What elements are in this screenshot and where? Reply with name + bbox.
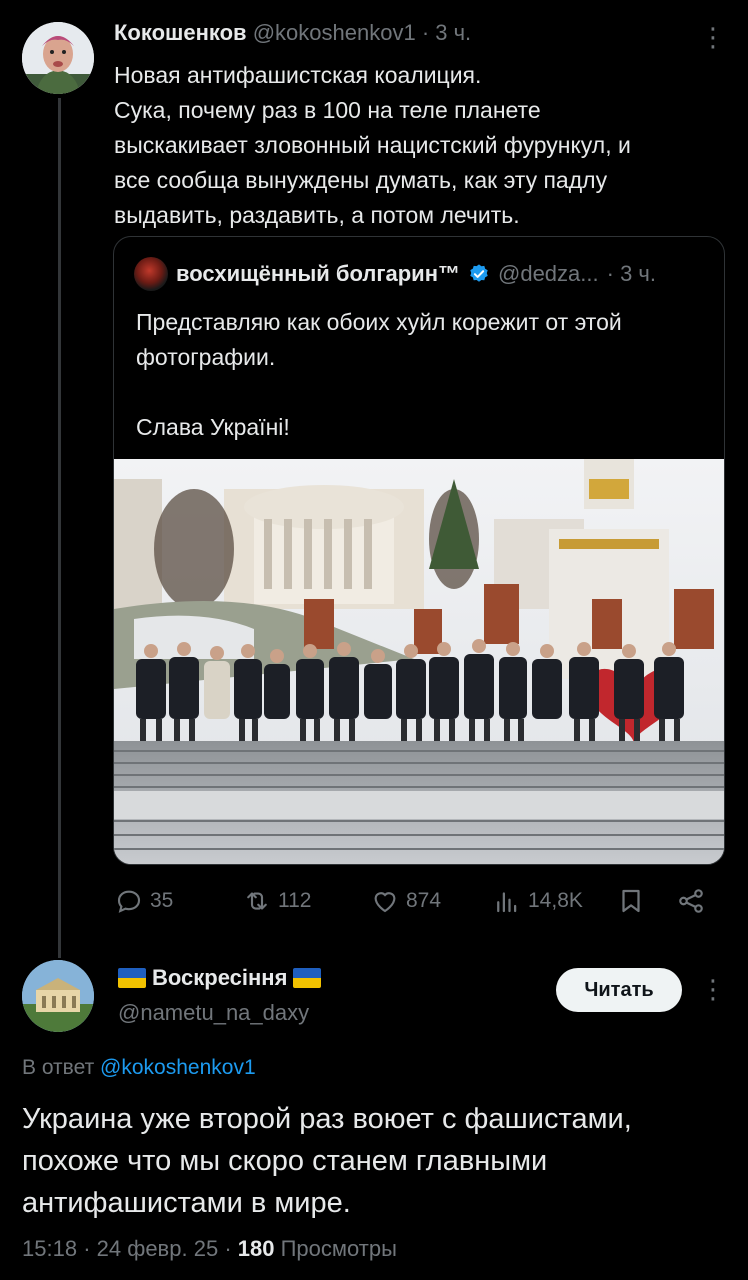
tweet-text-line: Украина уже второй раз воюет с фашистами…: [22, 1103, 632, 1135]
tweet-text-line: все сообща вынуждены думать, как эту пад…: [114, 167, 608, 193]
verified-badge-icon: [470, 264, 488, 282]
reply-icon: [117, 890, 141, 913]
author-handle[interactable]: @nametu_na_daxy: [118, 1000, 309, 1026]
avatar[interactable]: [22, 960, 94, 1032]
tweet-time[interactable]: 15:18: [22, 1236, 77, 1261]
tweet-time[interactable]: · 3 ч.: [422, 20, 471, 45]
tweet-text-line: похоже что мы скоро станем главными: [22, 1145, 548, 1177]
author-name: Воскресіння: [152, 965, 288, 990]
ukraine-flag-icon: [293, 968, 322, 988]
tweet-header: Кокошенков @kokoshenkov1 · 3 ч.: [114, 20, 471, 46]
bookmark-button[interactable]: [616, 886, 646, 916]
views-count: 180: [237, 1236, 275, 1261]
analytics-icon: [497, 892, 517, 913]
tweet-date[interactable]: 24 февр. 25: [97, 1236, 219, 1261]
avatar[interactable]: [22, 22, 94, 94]
retweet-icon: [247, 892, 267, 910]
quote-text-line: Слава Україні!: [136, 414, 290, 440]
reply-button[interactable]: 35: [114, 886, 173, 916]
follow-button[interactable]: Читать: [556, 968, 682, 1012]
bookmark-icon: [622, 889, 640, 913]
tweet-text-line: Новая антифашистская коалиция.: [114, 62, 482, 88]
quote-text-line: [136, 375, 696, 410]
author-name-row[interactable]: Воскресіння: [118, 965, 322, 991]
quote-text-line: Представляю как обоих хуйл корежит от эт…: [136, 309, 622, 335]
retweet-button[interactable]: 112: [242, 886, 311, 916]
heart-icon: [374, 892, 396, 913]
ukraine-flag-icon: [118, 968, 146, 988]
separator: ·: [83, 1236, 91, 1261]
quote-text: Представляю как обоих хуйл корежит от эт…: [136, 305, 696, 445]
tweet-text: Новая антифашистская коалиция. Сука, поч…: [114, 58, 724, 233]
views-button[interactable]: 14,8K: [492, 886, 583, 916]
like-button[interactable]: 874: [370, 886, 441, 916]
quote-text-line: фотографии.: [136, 344, 276, 370]
author-handle[interactable]: @kokoshenkov1: [253, 20, 416, 45]
retweet-count: 112: [278, 889, 312, 912]
reply-prefix: В ответ: [22, 1056, 95, 1079]
tweet-text: Украина уже второй раз воюет с фашистами…: [22, 1098, 722, 1224]
tweet-text-line: выскакивает зловонный нацистский фурунку…: [114, 132, 631, 158]
reply-count: 35: [150, 889, 174, 912]
quoted-tweet[interactable]: восхищённый болгарин™ @dedza... · 3 ч. П…: [113, 236, 725, 865]
tweet-meta: 15:18 · 24 февр. 25 · 180 Просмотры: [22, 1236, 397, 1262]
tweet-text-line: антифашистами в мире.: [22, 1187, 351, 1219]
separator: ·: [224, 1236, 232, 1261]
share-icon: [679, 889, 703, 913]
tweet-text-line: выдавить, раздавить, а потом лечить.: [114, 202, 520, 228]
quote-time: · 3 ч.: [606, 261, 656, 286]
reply-context: В ответ @kokoshenkov1: [22, 1056, 256, 1080]
quote-header: восхищённый болгарин™ @dedza... · 3 ч.: [134, 257, 656, 291]
tweet-actions-bar: 35 112 874 14,8K: [114, 886, 714, 922]
tweet-text-line: Сука, почему раз в 100 на теле планете: [114, 97, 541, 123]
quote-author-name: восхищённый болгарин™: [176, 261, 460, 286]
more-options-icon[interactable]: ⋮: [700, 976, 726, 1002]
share-button[interactable]: [676, 886, 706, 916]
reply-handle-link[interactable]: @kokoshenkov1: [100, 1056, 256, 1079]
quote-avatar: [134, 257, 168, 291]
views-label: Просмотры: [280, 1236, 397, 1261]
quote-author-handle: @dedza...: [498, 261, 599, 286]
thread-connector-line: [58, 98, 61, 958]
views-count: 14,8K: [528, 889, 583, 912]
like-count: 874: [406, 889, 442, 912]
quote-photo[interactable]: [114, 459, 725, 865]
more-options-icon[interactable]: ⋮: [700, 24, 726, 50]
author-name[interactable]: Кокошенков: [114, 20, 247, 45]
